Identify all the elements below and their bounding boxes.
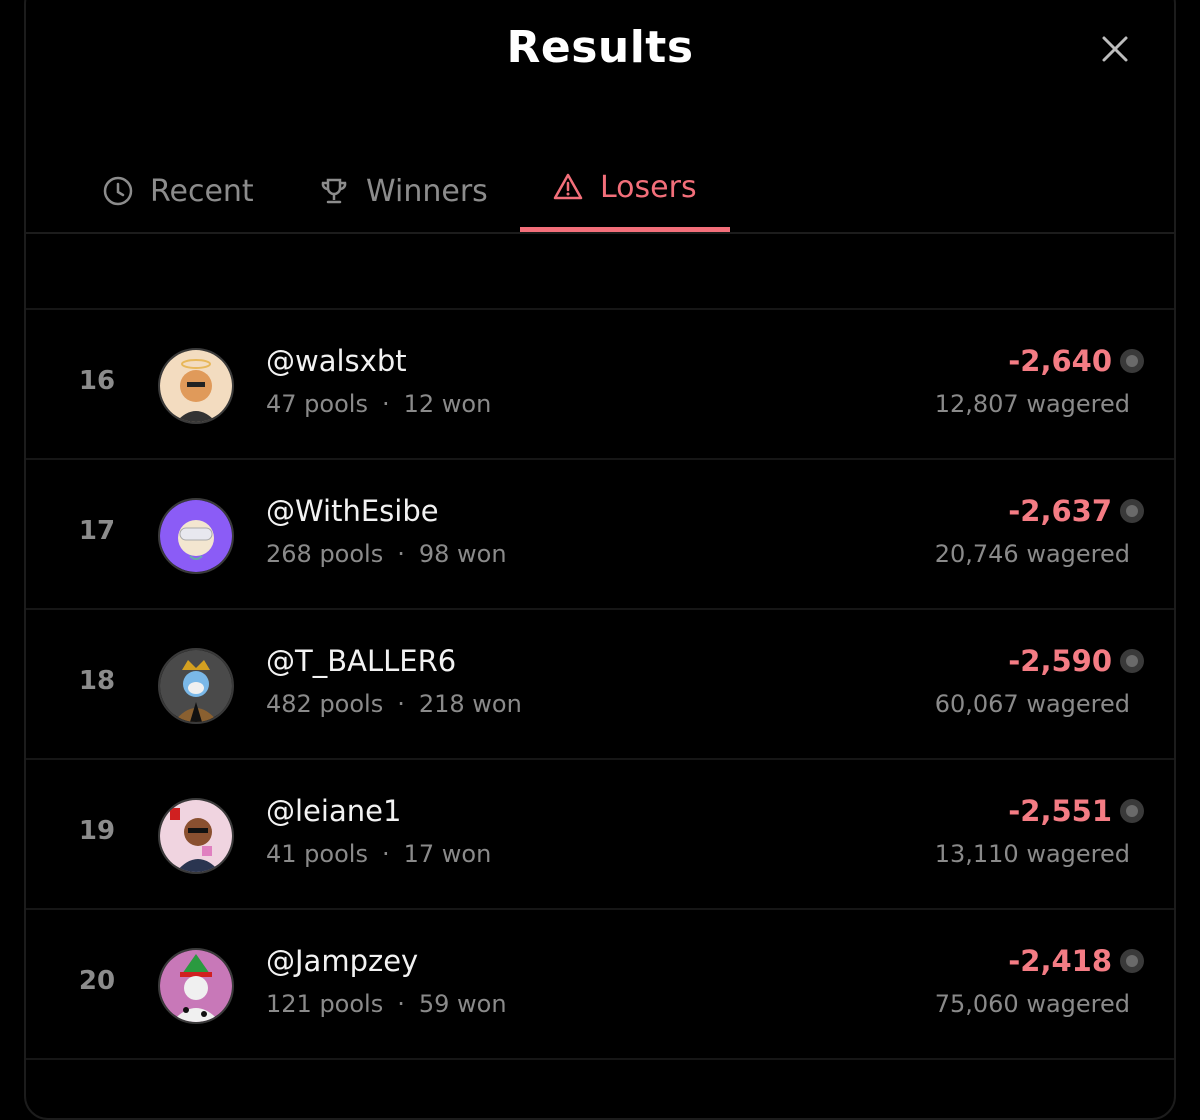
loss-amount: -2,640 (1008, 344, 1112, 378)
avatar[interactable] (158, 948, 234, 1024)
separator-dot: · (397, 690, 405, 718)
wagered-amount: 75,060 wagered (934, 990, 1130, 1018)
tab-recent-label: Recent (150, 173, 254, 209)
user-stats: 47 pools · 12 won (266, 390, 491, 418)
amount-group: -2,637 (1008, 494, 1144, 528)
avatar[interactable] (158, 348, 234, 424)
coin-icon (1120, 799, 1144, 823)
wagered-amount: 12,807 wagered (934, 390, 1130, 418)
wagered-amount: 13,110 wagered (934, 840, 1130, 868)
won-count: 59 won (418, 990, 507, 1018)
separator-dot: · (397, 990, 405, 1018)
tab-losers-label: Losers (600, 169, 697, 205)
user-handle[interactable]: @WithEsibe (266, 494, 439, 528)
loss-amount: -2,637 (1008, 494, 1112, 528)
user-stats: 482 pools · 218 won (266, 690, 522, 718)
user-handle[interactable]: @T_BALLER6 (266, 644, 456, 678)
pools-count: 268 pools (266, 540, 384, 568)
table-row[interactable]: 19 @leiane1 41 pools · 17 won -2,551 13,… (26, 760, 1174, 910)
won-count: 98 won (418, 540, 507, 568)
modal-title: Results (506, 22, 694, 73)
separator-dot: · (381, 390, 390, 418)
coin-icon (1120, 349, 1144, 373)
table-row[interactable]: 20 @Jampzey 121 pools · 59 won -2,418 75… (26, 910, 1174, 1060)
amount-group: -2,418 (1008, 944, 1144, 978)
list-header-spacer (26, 234, 1174, 310)
warning-icon (553, 173, 583, 200)
trophy-icon (321, 178, 347, 204)
separator-dot: · (397, 540, 405, 568)
won-count: 17 won (403, 840, 492, 868)
pools-count: 121 pools (266, 990, 384, 1018)
user-handle[interactable]: @Jampzey (266, 944, 418, 978)
coin-icon (1120, 649, 1144, 673)
user-stats: 121 pools · 59 won (266, 990, 507, 1018)
rank-number: 16 (78, 366, 116, 396)
separator-dot: · (381, 840, 390, 868)
pools-count: 41 pools (266, 840, 368, 868)
coin-icon (1120, 499, 1144, 523)
table-row[interactable]: 17 @WithEsibe 268 pools · 98 won -2,637 20… (26, 460, 1174, 610)
amount-group: -2,551 (1008, 794, 1144, 828)
won-count: 218 won (418, 690, 522, 718)
results-modal: Results Recent Winners Losers 16 @walsxb… (24, 0, 1176, 1120)
rank-number: 18 (78, 666, 116, 696)
rank-number: 20 (78, 966, 116, 996)
tab-losers[interactable]: Losers (552, 142, 697, 232)
user-stats: 268 pools · 98 won (266, 540, 507, 568)
table-row[interactable]: 18 @T_BALLER6 482 pools · 218 won -2,590 (26, 610, 1174, 760)
pools-count: 482 pools (266, 690, 384, 718)
table-row[interactable]: 16 @walsxbt 47 pools · 12 won -2,640 12,80… (26, 310, 1174, 460)
coin-icon (1120, 949, 1144, 973)
tab-recent[interactable]: Recent (102, 146, 254, 236)
avatar[interactable] (158, 648, 234, 724)
user-stats: 41 pools · 17 won (266, 840, 491, 868)
avatar[interactable] (158, 798, 234, 874)
tab-bar: Recent Winners Losers (26, 142, 1174, 234)
user-handle[interactable]: @leiane1 (266, 794, 401, 828)
avatar[interactable] (158, 498, 234, 574)
user-handle[interactable]: @walsxbt (266, 344, 407, 378)
wagered-amount: 60,067 wagered (934, 690, 1130, 718)
close-icon[interactable] (1098, 32, 1132, 66)
active-tab-indicator (520, 227, 730, 232)
loss-amount: -2,551 (1008, 794, 1112, 828)
loss-amount: -2,418 (1008, 944, 1112, 978)
loss-amount: -2,590 (1008, 644, 1112, 678)
rank-number: 19 (78, 816, 116, 846)
clock-icon (103, 176, 133, 206)
tab-winners[interactable]: Winners (318, 146, 488, 236)
rank-number: 17 (78, 516, 116, 546)
amount-group: -2,640 (1008, 344, 1144, 378)
leaderboard-list: 16 @walsxbt 47 pools · 12 won -2,640 12,80… (26, 310, 1174, 1060)
won-count: 12 won (403, 390, 492, 418)
amount-group: -2,590 (1008, 644, 1144, 678)
tab-winners-label: Winners (366, 173, 488, 209)
wagered-amount: 20,746 wagered (934, 540, 1130, 568)
pools-count: 47 pools (266, 390, 368, 418)
